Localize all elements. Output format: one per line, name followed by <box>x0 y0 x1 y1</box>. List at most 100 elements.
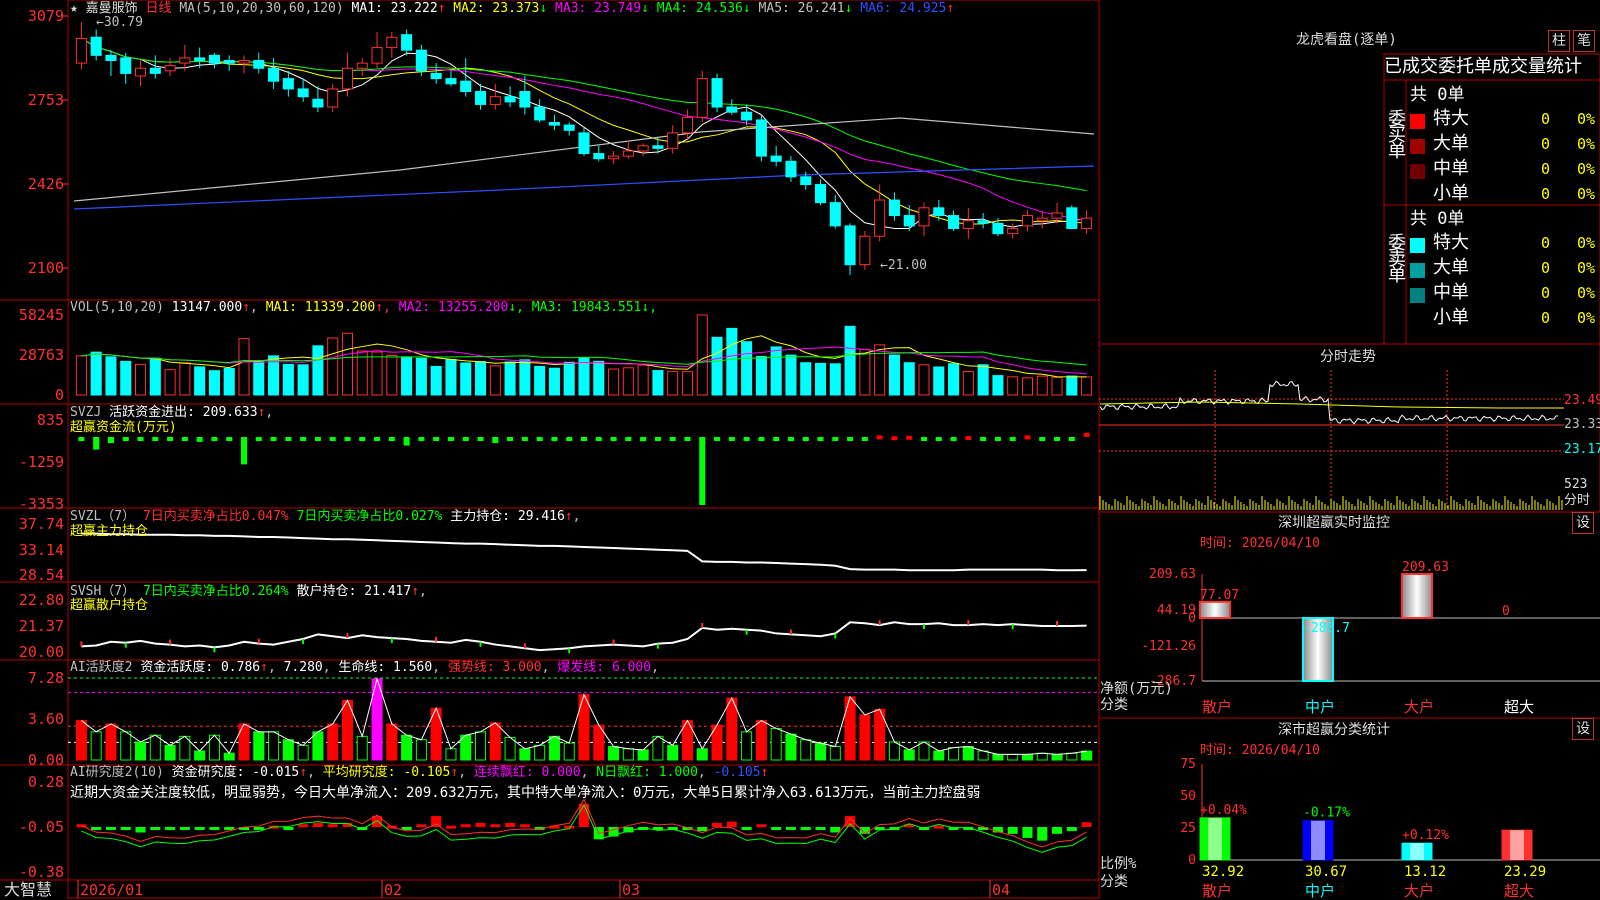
ai-active-y-tick: 3.60 <box>28 710 64 728</box>
activity-bar <box>948 747 960 761</box>
volume-bar <box>548 367 560 396</box>
research-bar <box>1022 827 1033 838</box>
order-type: 特大 <box>1433 108 1469 129</box>
class-category: 超大 <box>1504 882 1534 900</box>
volume-bar <box>238 338 250 396</box>
fund-flow-bar <box>728 437 735 441</box>
fund-flow-bar <box>802 437 809 441</box>
bar-mode-button[interactable]: 柱 <box>1548 30 1570 52</box>
research-bar <box>830 827 841 833</box>
candle <box>194 57 206 62</box>
class-bar-highlight <box>1410 843 1424 860</box>
candle <box>888 199 900 217</box>
candle <box>726 106 738 113</box>
svzl-y-tick: 28.54 <box>19 566 64 584</box>
volume-bar <box>1051 376 1063 396</box>
star-icon[interactable]: ★ <box>70 1 78 16</box>
volume-bar <box>253 361 265 396</box>
ma-value: MA6: 24.925 <box>852 1 947 16</box>
volume-bar <box>888 354 900 396</box>
order-pct: 0% <box>1577 309 1596 327</box>
color-swatch <box>1410 164 1425 179</box>
fund-flow-bar <box>566 437 573 441</box>
dragon-title: 龙虎看盘(逐单) <box>1296 32 1397 48</box>
ma-value: MA5: 26.241 <box>750 1 845 16</box>
volume-bar <box>519 359 531 396</box>
intraday-volume-label: 分时 <box>1564 493 1591 508</box>
activity-bar <box>962 745 974 761</box>
volume-bar <box>445 359 457 396</box>
research-bar <box>209 827 220 830</box>
main-holding-line <box>81 532 1087 572</box>
activity-bar <box>770 727 782 761</box>
fund-flow-bar <box>181 437 188 441</box>
activity-bar <box>356 735 368 761</box>
ma-values: MA1: 23.222↑ MA2: 23.373↓ MA3: 23.749↓ M… <box>351 1 955 16</box>
activity-bar <box>829 745 841 761</box>
monitor-y-tick: -121.26 <box>1141 639 1196 654</box>
activity-bar <box>282 739 294 761</box>
candle <box>312 98 324 108</box>
research-bar <box>771 827 782 830</box>
svzj-y-tick: -1259 <box>19 453 64 471</box>
fund-flow-bar <box>477 437 484 441</box>
monitor-bar-label: -286.7 <box>1303 621 1350 636</box>
class-title: 深市超赢分类统计 <box>1278 722 1390 738</box>
x-axis-label: 03 <box>622 881 640 899</box>
order-pct: 0% <box>1577 135 1596 153</box>
fund-flow-bar <box>300 437 307 441</box>
color-swatch <box>1410 139 1425 154</box>
monitor-bar-label: 77.07 <box>1200 588 1239 603</box>
svsh-y-tick: 20.00 <box>19 643 64 661</box>
activity-bar <box>1081 750 1093 761</box>
candle <box>164 65 176 72</box>
candle <box>356 62 368 69</box>
fund-flow-bar <box>240 437 248 465</box>
activity-bar <box>75 720 87 761</box>
tick-mode-button[interactable]: 笔 <box>1573 30 1595 52</box>
intraday-volume: 523 <box>1564 477 1588 492</box>
candle <box>489 96 501 105</box>
volume-bar <box>770 346 782 396</box>
candle <box>563 124 575 131</box>
fund-flow-bar <box>787 437 794 442</box>
monitor-y-tick: 209.63 <box>1149 567 1196 582</box>
activity-bar <box>859 714 871 761</box>
volume-bar <box>844 325 856 396</box>
candle <box>474 91 487 105</box>
volume-bar <box>903 362 915 396</box>
fund-flow-bar <box>507 437 514 441</box>
order-count: 共 0单 <box>1410 85 1465 105</box>
fund-flow-bar <box>152 437 159 441</box>
order-value: 0 <box>1541 284 1551 302</box>
volume-bar <box>401 356 413 396</box>
class-settings-button[interactable]: 设 <box>1572 718 1594 740</box>
fund-flow-bar <box>388 437 395 441</box>
ma-value: MA2: 23.373 <box>445 1 540 16</box>
volume-bar <box>652 370 664 396</box>
candle <box>637 145 649 152</box>
activity-bar <box>489 722 501 761</box>
monitor-settings-button[interactable]: 设 <box>1572 512 1594 534</box>
research-bar <box>697 827 708 832</box>
activity-bar <box>1066 752 1078 761</box>
research-bar <box>726 821 737 827</box>
ma-params: MA(5,10,20,30,60,120) <box>179 1 344 16</box>
research-y-tick: 0.28 <box>28 773 64 791</box>
fund-flow-bar <box>876 435 883 440</box>
class-category: 中户 <box>1305 882 1335 900</box>
period-label[interactable]: 日线 <box>146 1 172 16</box>
fund-flow-bar <box>93 437 100 450</box>
class-change-label: -0.17% <box>1303 806 1350 821</box>
fund-flow-bar <box>329 437 336 441</box>
monitor-bar-label: 0 <box>1502 604 1510 619</box>
candle <box>652 145 664 149</box>
svzj-subtitle: 超赢资金流(万元) <box>70 420 177 435</box>
class-category: 散户 <box>1202 882 1232 900</box>
activity-bar <box>445 748 457 761</box>
activity-bar <box>534 744 546 761</box>
candle <box>814 184 827 204</box>
class-bar-highlight <box>1311 820 1325 860</box>
fund-flow-bar <box>344 437 351 442</box>
fund-flow-bar <box>758 437 765 441</box>
